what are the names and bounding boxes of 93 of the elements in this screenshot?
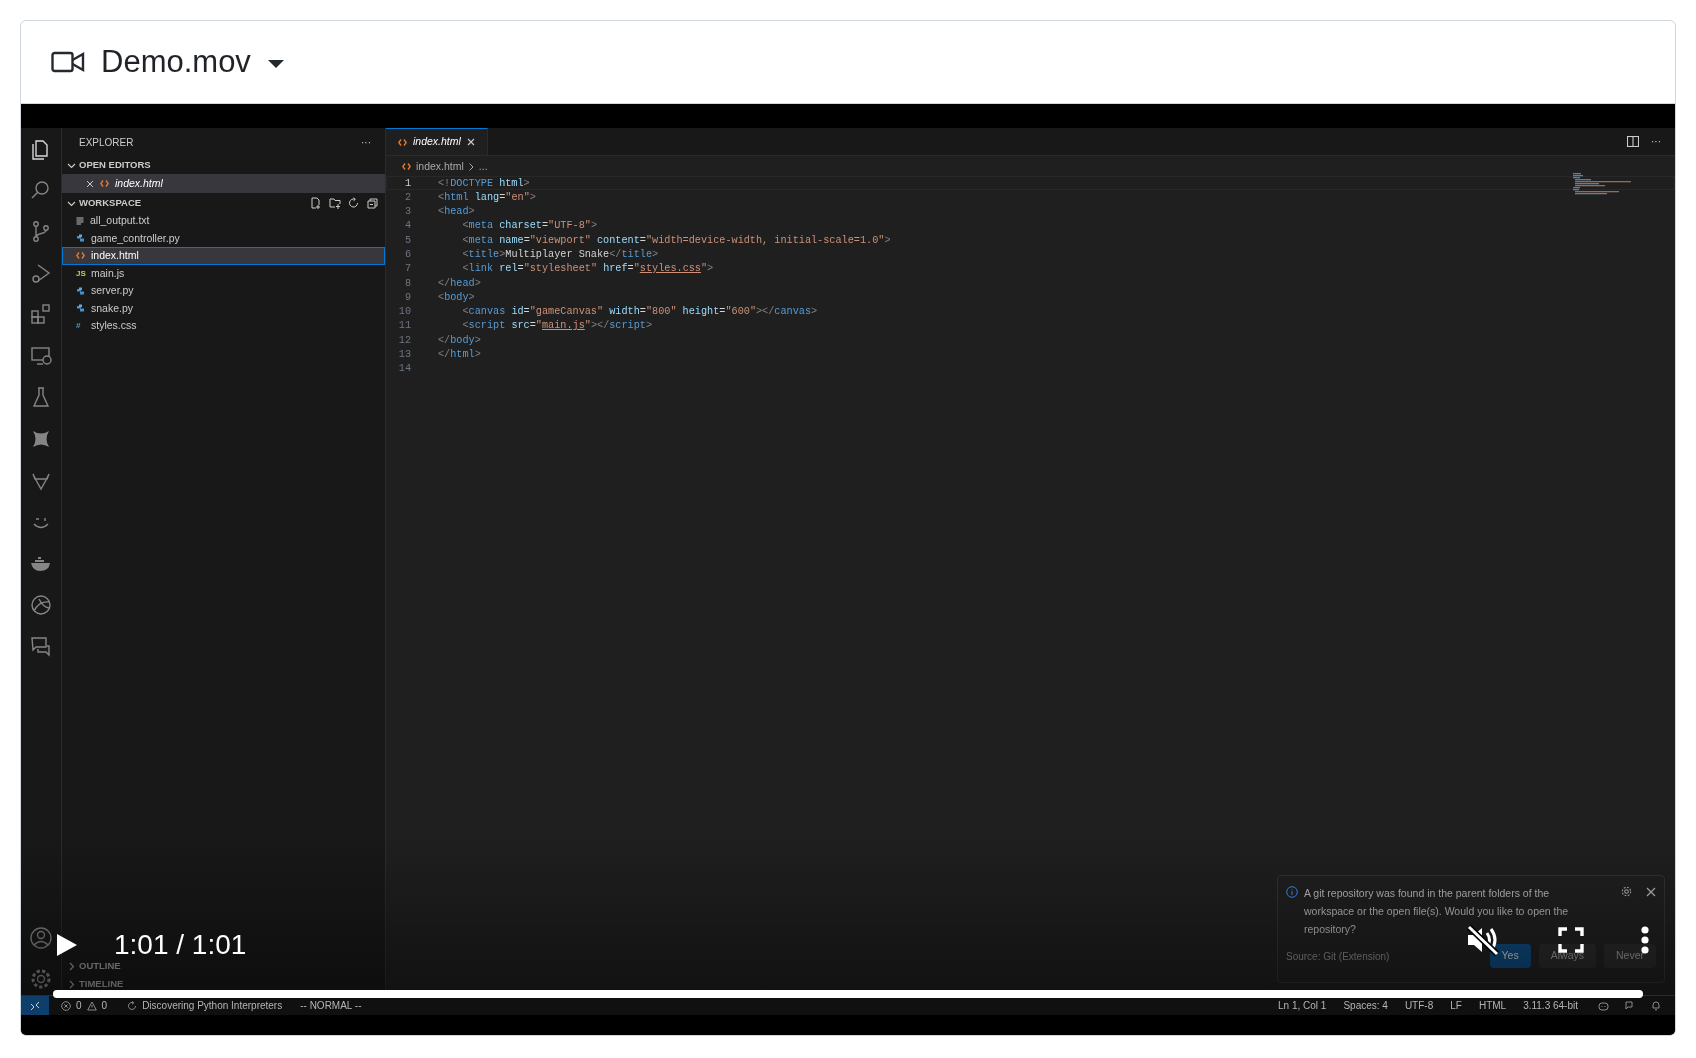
file-item[interactable]: snake.py (62, 299, 385, 318)
file-item[interactable]: game_controller.py (62, 229, 385, 248)
line-number: 4 (403, 219, 412, 234)
video-camera-icon (51, 51, 85, 73)
status-item[interactable]: -- NORMAL -- (300, 998, 362, 1013)
python-file-icon (76, 286, 85, 296)
line-number: 2 (403, 190, 412, 205)
new-file-icon[interactable] (310, 197, 322, 209)
line-number: 14 (397, 362, 412, 377)
text-file-icon (76, 216, 84, 225)
notification-button[interactable]: Yes (1489, 944, 1531, 968)
open-editor-item[interactable]: index.html (62, 174, 385, 193)
warning-count: 0 (101, 999, 108, 1013)
html-file-icon (100, 180, 109, 187)
line-number: 6 (403, 248, 412, 262)
line-number: 8 (403, 276, 412, 291)
file-item[interactable]: index.html (62, 247, 385, 265)
dropdown-caret-icon[interactable] (266, 58, 285, 70)
refresh-icon[interactable] (348, 197, 360, 209)
remote-icon[interactable] (30, 1000, 40, 1011)
close-icon[interactable] (86, 179, 94, 188)
split-editor-icon[interactable] (1627, 136, 1639, 147)
close-icon[interactable] (1646, 887, 1656, 897)
python-file-icon (76, 233, 85, 243)
code-line: <link rel="stylesheet" href="styles.css"> (461, 262, 714, 277)
file-item[interactable]: JS main.js (62, 264, 385, 283)
sidebar-title: EXPLORER (79, 135, 134, 150)
code-line: <script src="main.js"></script> (461, 319, 653, 334)
error-icon (61, 1000, 71, 1011)
line-number: 7 (403, 262, 412, 277)
line-number: 5 (403, 233, 412, 248)
extensions-icon[interactable] (29, 302, 53, 326)
editor-tab[interactable]: index.html (386, 128, 488, 155)
chevron-right-icon (468, 162, 474, 171)
line-number: 10 (397, 305, 412, 320)
line-number: 11 (397, 319, 412, 334)
unmute-button[interactable] (1466, 924, 1502, 956)
status-item[interactable]: Spaces: 4 (1343, 998, 1388, 1013)
more-button[interactable]: ··· (1651, 134, 1661, 149)
status-item[interactable]: LF (1450, 998, 1462, 1013)
notification-source: Source: Git (Extension) (1286, 949, 1390, 964)
fullscreen-button[interactable] (1558, 927, 1584, 953)
code-line: </html> (438, 348, 481, 363)
file-item[interactable]: server.py (62, 282, 385, 300)
js-file-icon: JS (76, 267, 85, 280)
line-number: 9 (403, 290, 412, 305)
code-line: <html lang="en"> (438, 190, 536, 205)
status-item[interactable]: Ln 1, Col 1 (1278, 998, 1327, 1013)
html-file-icon (398, 138, 407, 146)
code-line: <canvas id="gameCanvas" width="800" height="600"></canvas> (461, 305, 818, 320)
code-line: </head> (438, 276, 481, 291)
line-number: 3 (403, 205, 412, 220)
chat-icon[interactable] (29, 634, 53, 658)
collapse-all-icon[interactable] (367, 197, 379, 209)
feedback-icon[interactable] (1625, 1000, 1635, 1011)
code-line: <body> (438, 290, 475, 305)
section-header[interactable]: WORKSPACE (62, 194, 385, 212)
status-item[interactable]: Discovering Python Interpreters (142, 998, 283, 1013)
code-line: <head> (438, 205, 475, 220)
sync-icon (127, 1000, 138, 1011)
status-item[interactable]: UTF-8 (1404, 998, 1434, 1013)
code-line: </body> (438, 333, 481, 348)
file-title: Demo.mov (101, 42, 251, 81)
file-item[interactable]: # styles.css (62, 317, 385, 336)
code-line: <meta name="viewport" content="width=device-width, initial-scale=1.0"> (461, 233, 891, 248)
more-button[interactable]: ··· (361, 134, 371, 150)
info-icon (1286, 886, 1298, 898)
css-file-icon: # (76, 320, 85, 333)
breadcrumb-item[interactable]: ... (478, 158, 488, 175)
bell-icon[interactable] (1651, 1000, 1661, 1011)
breadcrumb-item[interactable]: index.html (416, 158, 464, 175)
new-folder-icon[interactable] (329, 197, 341, 209)
code-line: <meta charset="UTF-8"> (461, 219, 597, 234)
ball-icon[interactable] (29, 592, 53, 617)
close-icon[interactable] (466, 138, 475, 146)
play-button[interactable] (56, 933, 78, 957)
line-number: 13 (397, 348, 412, 363)
status-item[interactable]: 3.11.3 64-bit (1523, 998, 1578, 1013)
notification-message: A git repository was found in the parent folders of the workspace or the open file(s). Would you like to open the repository? (1304, 886, 1570, 937)
settings-icon[interactable] (1621, 886, 1632, 897)
section-header[interactable]: OPEN EDITORS (62, 156, 385, 174)
line-number: 12 (397, 333, 412, 348)
error-count: 0 (76, 999, 82, 1013)
python-file-icon (76, 304, 85, 314)
line-number: 1 (403, 176, 412, 191)
warning-icon (86, 1000, 97, 1011)
gear-icon[interactable] (29, 967, 53, 991)
status-item[interactable]: HTML (1478, 998, 1507, 1013)
code-line: <title>Multiplayer Snake</title> (461, 248, 659, 262)
file-item[interactable]: all_output.txt (62, 212, 385, 230)
html-file-icon (402, 163, 411, 170)
html-file-icon (76, 252, 85, 260)
code-line: <!DOCTYPE html> (438, 176, 530, 191)
